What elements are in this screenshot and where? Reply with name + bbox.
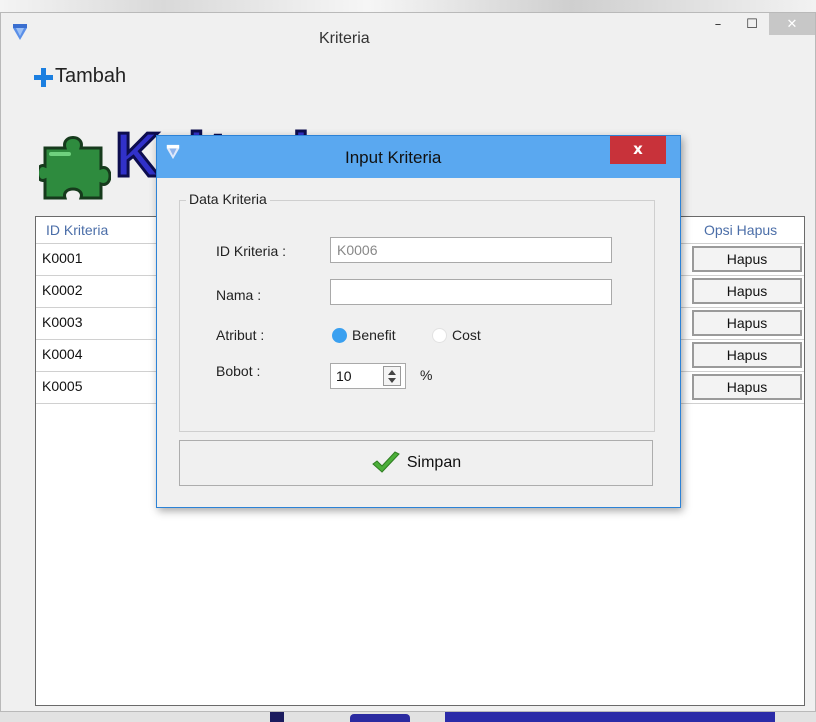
spin-down-icon[interactable] [388, 378, 396, 383]
weight-unit: % [420, 367, 433, 383]
background-shape [270, 712, 284, 722]
name-label: Nama : [216, 287, 262, 303]
radio-selected-icon [332, 327, 347, 343]
minimize-button[interactable]: – [701, 13, 735, 35]
benefit-label: Benefit [352, 327, 396, 343]
criteria-data-group: Data Kriteria ID Kriteria : K0006 Nama :… [179, 191, 655, 432]
main-title-bar: Kriteria – ☐ ✕ [1, 13, 815, 61]
spin-up-icon[interactable] [388, 370, 396, 375]
main-window-title: Kriteria [319, 30, 370, 47]
group-title: Data Kriteria [186, 191, 270, 207]
input-criteria-dialog: Input Kriteria x Data Kriteria ID Kriter… [156, 135, 681, 508]
background-shape [350, 714, 410, 722]
plus-icon [33, 67, 53, 87]
weight-stepper[interactable]: 10 [330, 363, 406, 389]
attribute-label: Atribut : [216, 327, 265, 343]
delete-button[interactable]: Hapus [692, 310, 802, 336]
delete-button[interactable]: Hapus [692, 342, 802, 368]
window-controls: – ☐ ✕ [701, 13, 815, 37]
row-id: K0003 [42, 314, 83, 330]
save-button-label: Simpan [406, 454, 462, 471]
row-id: K0001 [42, 250, 83, 266]
column-header-delete: Opsi Hapus [704, 222, 778, 238]
background-shape [445, 712, 775, 722]
checkmark-icon [372, 451, 400, 473]
dialog-close-button[interactable]: x [610, 136, 666, 164]
add-button[interactable]: Tambah [33, 65, 126, 88]
radio-unselected-icon [432, 327, 447, 343]
weight-label: Bobot : [216, 363, 261, 379]
close-button[interactable]: ✕ [769, 13, 815, 35]
delete-button[interactable]: Hapus [692, 278, 802, 304]
maximize-button[interactable]: ☐ [735, 13, 769, 35]
app-diamond-icon [166, 144, 180, 160]
benefit-radio[interactable]: Benefit [332, 327, 396, 343]
save-button[interactable]: Simpan [179, 440, 653, 486]
delete-button[interactable]: Hapus [692, 374, 802, 400]
cost-label: Cost [452, 327, 481, 343]
row-id: K0002 [42, 282, 83, 298]
id-label: ID Kriteria : [216, 243, 287, 259]
dialog-title-bar[interactable]: Input Kriteria x [157, 136, 680, 178]
dialog-body: Data Kriteria ID Kriteria : K0006 Nama :… [165, 178, 674, 501]
name-field[interactable] [330, 279, 612, 305]
add-button-label: Tambah [55, 65, 127, 87]
weight-value: 10 [336, 368, 352, 384]
desktop-background-top [0, 0, 816, 12]
delete-button[interactable]: Hapus [692, 246, 802, 272]
spin-buttons[interactable] [383, 366, 401, 386]
desktop-background-bottom [0, 712, 816, 722]
row-id: K0004 [42, 346, 83, 362]
dialog-title: Input Kriteria [345, 148, 442, 167]
puzzle-icon [39, 136, 111, 200]
row-id: K0005 [42, 378, 83, 394]
cost-radio[interactable]: Cost [432, 327, 481, 343]
app-diamond-icon [13, 24, 27, 40]
id-field[interactable]: K0006 [330, 237, 612, 263]
column-header-id: ID Kriteria [46, 222, 109, 238]
